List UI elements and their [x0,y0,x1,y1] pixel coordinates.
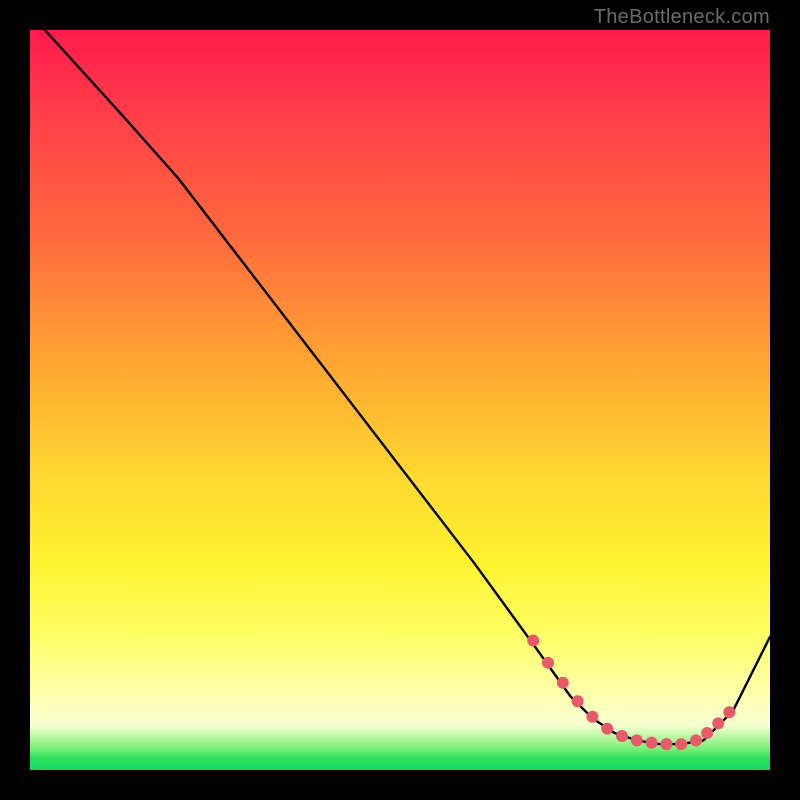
highlight-dot [646,737,658,749]
highlight-dot [542,657,554,669]
highlight-dot [616,730,628,742]
highlight-markers [527,635,735,751]
highlight-dot [601,723,613,735]
highlight-dot [723,706,735,718]
plot-svg [30,30,770,770]
chart-frame: TheBottleneck.com [0,0,800,800]
watermark-text: TheBottleneck.com [594,6,770,29]
plot-area [30,30,770,770]
highlight-dot [572,695,584,707]
highlight-dot [586,711,598,723]
highlight-dot [712,717,724,729]
highlight-dot [690,734,702,746]
highlight-dot [527,635,539,647]
highlight-dot [557,677,569,689]
highlight-dot [660,738,672,750]
bottleneck-curve [45,30,770,744]
highlight-dot [675,738,687,750]
highlight-dot [631,734,643,746]
highlight-dot [701,727,713,739]
